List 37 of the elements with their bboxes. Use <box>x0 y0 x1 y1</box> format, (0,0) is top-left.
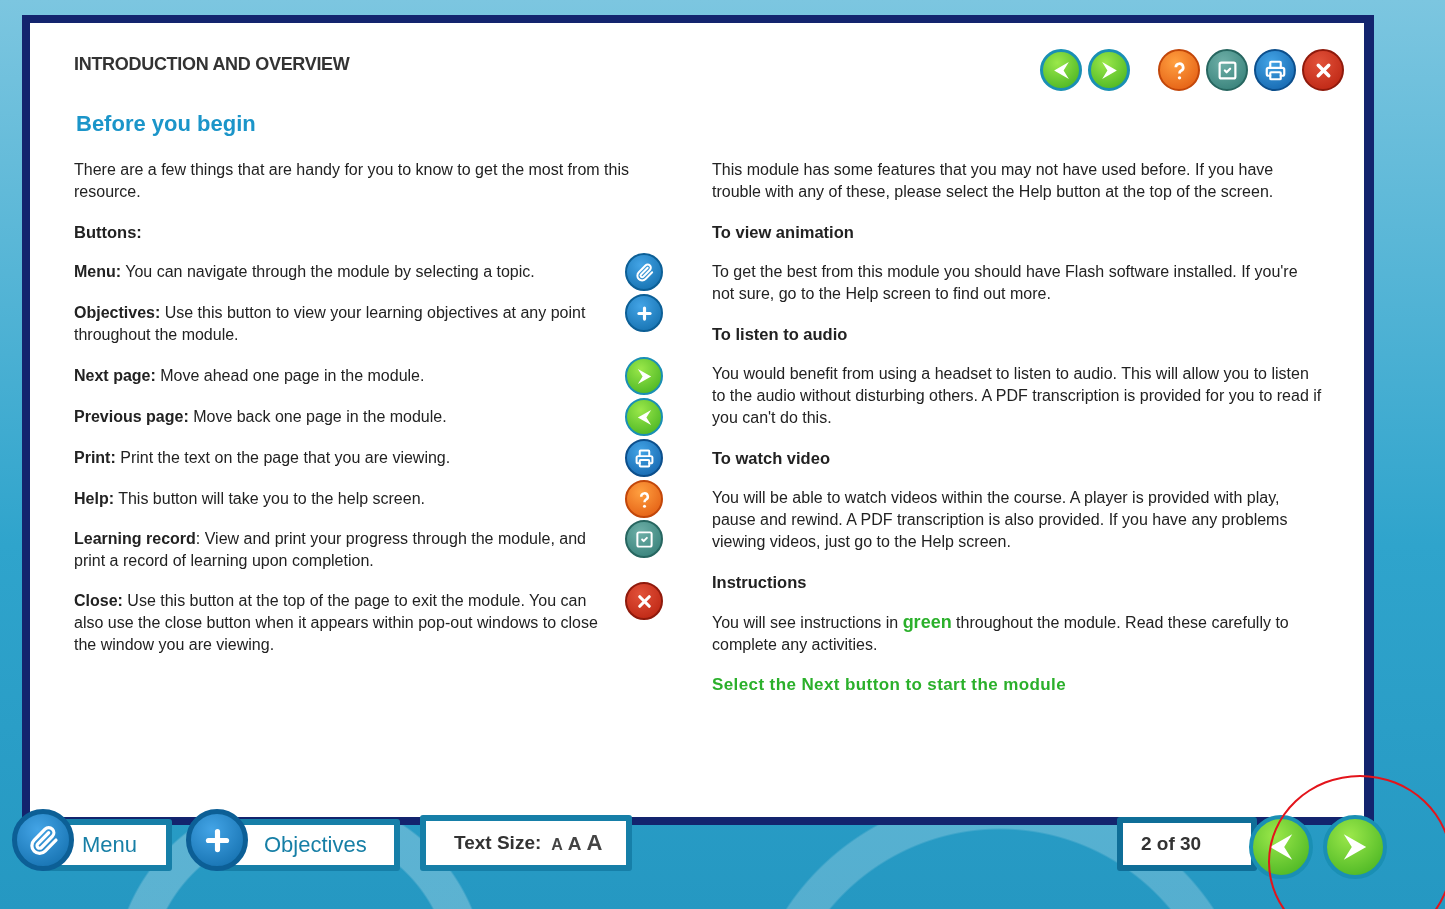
text-size-label: Text Size: <box>454 832 542 854</box>
subheading: To watch video <box>712 448 831 469</box>
button-description: Previous page: Move back one page in the module. <box>74 407 448 427</box>
plus-icon <box>625 294 663 332</box>
body-text: You will see instructions in green throughout the module. Read these carefully to complete any activities. <box>712 611 1290 655</box>
printer-icon <box>625 439 663 477</box>
button-description: Print: Print the text on the page that you are viewing. <box>74 448 452 468</box>
subheading: To listen to audio <box>712 324 849 345</box>
button-description: Menu: You can navigate through the module by selecting a topic. <box>74 262 536 282</box>
intro-text: There are a few things that are handy for you to know to get the most from this resource. <box>74 160 630 202</box>
close-icon[interactable] <box>1302 49 1344 91</box>
section-title: INTRODUCTION AND OVERVIEW <box>74 53 350 75</box>
body-text: You will be able to watch videos within the course. A player is provided with play, pause and rewind. A PDF transcription is also provided. If you have any problems viewing videos, just go to the Help screen. <box>712 488 1289 552</box>
page-heading: Before you begin <box>76 111 257 137</box>
printer-icon[interactable] <box>1254 49 1296 91</box>
button-description: Learning record: View and print your progress through the module, and print a record of learning upon completion. <box>74 529 587 571</box>
subheading: To view animation <box>712 222 855 243</box>
button-description: Objectives: Use this button to view your learning objectives at any point throughout the module. <box>74 303 587 345</box>
body-text: You would benefit from using a headset to listen to audio. This will allow you to listen to the audio without disturbing others. A PDF transcription is provided for you to read if you can't do this. <box>712 364 1323 428</box>
instruction-text: Select the Next button to start the module <box>712 674 1067 696</box>
buttons-heading: Buttons: <box>74 222 143 243</box>
text-size-option[interactable]: A <box>551 836 563 854</box>
button-description: Help: This button will take you to the help screen. <box>74 489 426 509</box>
body-text: To get the best from this module you should have Flash software installed. If you're not sure, go to the Help screen to find out more. <box>712 262 1299 304</box>
checkbox-icon <box>625 520 663 558</box>
help-icon[interactable] <box>1158 49 1200 91</box>
close-icon <box>625 582 663 620</box>
button-description: Close: Use this button at the top of the page to exit the module. You can also use the close button when it appears within pop-out windows to close the window you are viewing. <box>74 591 599 655</box>
paperclip-icon <box>625 253 663 291</box>
page-counter: 2 of 30 <box>1117 817 1257 871</box>
help-icon <box>625 480 663 518</box>
text-size-option[interactable]: A <box>586 830 603 856</box>
text-size-option[interactable]: A <box>567 833 582 855</box>
body-text: This module has some features that you may not have used before. If you have trouble with any of these, please select the Help button at the top of the screen. <box>712 160 1275 202</box>
button-description: Next page: Move ahead one page in the module. <box>74 366 426 386</box>
subheading: Instructions <box>712 572 808 593</box>
checkbox-icon[interactable] <box>1206 49 1248 91</box>
